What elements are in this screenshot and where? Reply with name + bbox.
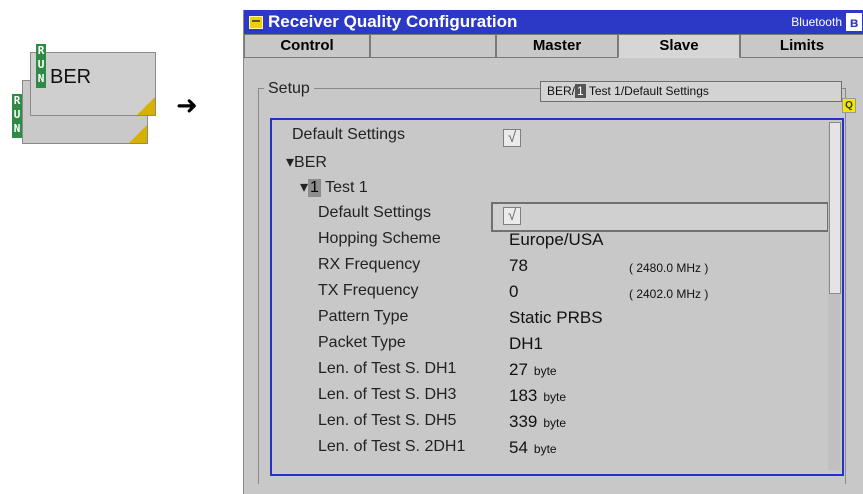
row-label-packet-type: Packet Type	[318, 334, 406, 351]
tx-frequency-mhz: ( 2402.0 MHz )	[629, 287, 709, 301]
len-2dh1-value[interactable]: 54 byte	[509, 438, 557, 458]
path-prefix: BER/	[547, 84, 576, 98]
tree-expand-marker: ▾	[300, 179, 309, 196]
dialog-bottom-bar	[244, 484, 863, 494]
test-index: 1	[308, 179, 321, 197]
run-indicator-back: RUN	[12, 94, 22, 138]
row-label-hopping-scheme: Hopping Scheme	[318, 230, 441, 247]
rx-frequency-mhz: ( 2480.0 MHz )	[629, 261, 709, 275]
default-settings-checkbox[interactable]: √	[503, 129, 521, 147]
softkey-label: BER	[50, 66, 92, 88]
tab-control[interactable]: Control	[244, 34, 370, 58]
test-default-settings-checkbox[interactable]: √	[503, 207, 521, 225]
row-label-len-dh5: Len. of Test S. DH5	[318, 412, 457, 429]
row-label-pattern-type: Pattern Type	[318, 308, 409, 325]
run-indicator-front: RUN	[36, 44, 46, 88]
menu-icon[interactable]	[249, 16, 263, 29]
row-label-default-settings: Default Settings	[292, 126, 405, 143]
row-label-len-2dh1: Len. of Test S. 2DH1	[318, 438, 466, 455]
setup-tree: Default Settings √ ▾BER ▾ 1 Test 1 Defaul…	[270, 118, 844, 476]
tree-node-test-1[interactable]: ▾ 1 Test 1	[300, 177, 368, 197]
softkey-corner-marker	[129, 125, 147, 143]
arrow-right-icon: ➜	[176, 90, 198, 120]
quick-icon[interactable]: Q	[842, 98, 856, 113]
receiver-quality-dialog: Receiver Quality Configuration Bluetooth…	[243, 10, 863, 494]
scrollbar-thumb[interactable]	[829, 122, 841, 294]
mode-label: Bluetooth	[791, 15, 842, 29]
vertical-scrollbar[interactable]	[828, 122, 841, 470]
selection-highlight	[491, 202, 829, 232]
row-label-len-dh1: Len. of Test S. DH1	[318, 360, 457, 377]
hopping-scheme-value[interactable]: Europe/USA	[509, 230, 604, 250]
packet-type-value[interactable]: DH1	[509, 334, 543, 354]
path-index: 1	[575, 84, 586, 98]
title-bar: Receiver Quality Configuration Bluetooth…	[244, 10, 863, 34]
softkey-ber[interactable]	[30, 52, 156, 116]
setup-label: Setup	[264, 80, 314, 98]
row-label-rx-frequency: RX Frequency	[318, 256, 421, 273]
tree-node-ber[interactable]: ▾BER	[286, 152, 327, 172]
tab-limits[interactable]: Limits	[740, 34, 863, 58]
rx-frequency-value[interactable]: 78	[509, 256, 528, 276]
bluetooth-icon: ʙ	[846, 13, 862, 31]
len-dh1-value[interactable]: 27 byte	[509, 360, 557, 380]
test-name: Test 1	[320, 179, 368, 196]
len-dh3-value[interactable]: 183 byte	[509, 386, 566, 406]
tab-slave[interactable]: Slave	[618, 34, 740, 58]
row-label-test-default-settings: Default Settings	[318, 204, 431, 221]
row-label-len-dh3: Len. of Test S. DH3	[318, 386, 457, 403]
tab-bar: Control Master Slave Limits	[244, 34, 863, 58]
tx-frequency-value[interactable]: 0	[509, 282, 518, 302]
softkey-corner-marker	[137, 97, 155, 115]
len-dh5-value[interactable]: 339 byte	[509, 412, 566, 432]
dialog-title: Receiver Quality Configuration	[268, 12, 518, 31]
path-suffix: Test 1/Default Settings	[585, 84, 709, 98]
pattern-type-value[interactable]: Static PRBS	[509, 308, 603, 328]
tab-master[interactable]: Master	[496, 34, 618, 58]
row-label-tx-frequency: TX Frequency	[318, 282, 419, 299]
setup-path-display: BER/1 Test 1/Default Settings	[540, 81, 842, 102]
tab-empty[interactable]	[370, 34, 496, 58]
